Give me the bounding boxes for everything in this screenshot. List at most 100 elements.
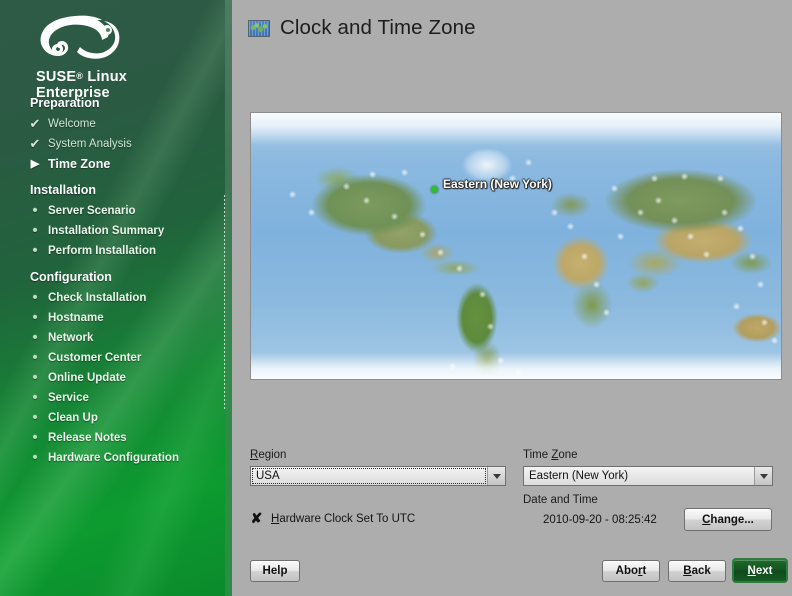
sidebar-item-check-installation[interactable]: • Check Installation bbox=[0, 288, 225, 308]
sidebar-item-label: Release Notes bbox=[48, 432, 127, 444]
sidebar-item-label: System Analysis bbox=[48, 138, 132, 150]
sidebar-item-perform-installation[interactable]: • Perform Installation bbox=[0, 241, 225, 261]
timezone-dot[interactable] bbox=[761, 319, 768, 326]
region-select-value[interactable]: USA bbox=[251, 467, 487, 485]
timezone-dot[interactable] bbox=[308, 209, 315, 216]
timezone-dot[interactable] bbox=[757, 281, 764, 288]
sidebar-item-network[interactable]: • Network bbox=[0, 328, 225, 348]
bullet-icon: • bbox=[32, 349, 38, 366]
sidebar-item-label: Perform Installation bbox=[48, 245, 156, 257]
hardware-clock-utc-row[interactable]: ✘ Hardware Clock Set To UTC bbox=[250, 511, 416, 525]
timezone-dot[interactable] bbox=[593, 281, 600, 288]
check-icon: ✔ bbox=[29, 136, 41, 151]
help-button[interactable]: Help bbox=[250, 560, 300, 582]
chevron-down-icon[interactable] bbox=[754, 467, 772, 485]
brand-suse: SUSE bbox=[36, 69, 77, 85]
bullet-icon: • bbox=[32, 242, 38, 259]
sidebar-item-online-update[interactable]: • Online Update bbox=[0, 368, 225, 388]
sidebar-item-label: Hardware Configuration bbox=[48, 452, 179, 464]
timezone-dot[interactable] bbox=[515, 369, 522, 376]
timezone-dot[interactable] bbox=[771, 337, 778, 344]
sidebar-item-label: Server Scenario bbox=[48, 205, 136, 217]
sidebar-item-label: Check Installation bbox=[48, 292, 147, 304]
timezone-dot[interactable] bbox=[737, 225, 744, 232]
timezone-dot[interactable] bbox=[651, 175, 658, 182]
next-button[interactable]: Next bbox=[732, 558, 788, 583]
timezone-dot[interactable] bbox=[655, 197, 662, 204]
sidebar-item-server-scenario[interactable]: • Server Scenario bbox=[0, 201, 225, 221]
sidebar-item-label: Service bbox=[48, 392, 89, 404]
check-icon: ✔ bbox=[29, 116, 41, 131]
sidebar: SUSE® Linux Enterprise Preparation ✔ Welco… bbox=[0, 0, 232, 596]
datetime-caption: Date and Time bbox=[523, 494, 598, 506]
timezone-dot[interactable] bbox=[617, 233, 624, 240]
sidebar-item-label: Welcome bbox=[48, 118, 96, 130]
timezone-dot[interactable] bbox=[733, 303, 740, 310]
timezone-dot[interactable] bbox=[721, 209, 728, 216]
timezone-dot[interactable] bbox=[456, 265, 463, 272]
timezone-select-value[interactable]: Eastern (New York) bbox=[524, 467, 754, 485]
timezone-label: Time Zone bbox=[523, 449, 578, 461]
sidebar-item-installation-summary[interactable]: • Installation Summary bbox=[0, 221, 225, 241]
timezone-select[interactable]: Eastern (New York) bbox=[523, 466, 773, 486]
back-button[interactable]: Back bbox=[668, 560, 726, 582]
timezone-dot[interactable] bbox=[717, 175, 724, 182]
timezone-dot[interactable] bbox=[525, 159, 532, 166]
timezone-dot[interactable] bbox=[401, 169, 408, 176]
bullet-icon: • bbox=[32, 389, 38, 406]
sidebar-edge-decoration bbox=[225, 0, 232, 596]
timezone-dot[interactable] bbox=[289, 191, 296, 198]
bullet-icon: • bbox=[32, 289, 38, 306]
sidebar-item-label: Time Zone bbox=[48, 157, 111, 171]
timezone-dot[interactable] bbox=[419, 231, 426, 238]
timezone-dot[interactable] bbox=[497, 357, 504, 364]
help-button-label: Help bbox=[262, 565, 288, 577]
bullet-icon: • bbox=[32, 309, 38, 326]
selected-timezone-marker bbox=[431, 186, 438, 193]
world-map-picker[interactable]: Eastern (New York) bbox=[250, 112, 782, 380]
timezone-dot[interactable] bbox=[681, 173, 688, 180]
region-select[interactable]: USA bbox=[250, 466, 506, 486]
bullet-icon: • bbox=[32, 369, 38, 386]
timezone-dot[interactable] bbox=[603, 309, 610, 316]
sidebar-item-label: Customer Center bbox=[48, 352, 142, 364]
selected-timezone-label: Eastern (New York) bbox=[443, 177, 552, 191]
timezone-dot[interactable] bbox=[369, 171, 376, 178]
timezone-dot[interactable] bbox=[343, 183, 350, 190]
hardware-clock-utc-checkbox[interactable]: ✘ bbox=[250, 511, 263, 525]
timezone-dot[interactable] bbox=[567, 223, 574, 230]
timezone-dot[interactable] bbox=[487, 323, 494, 330]
sidebar-item-clean-up[interactable]: • Clean Up bbox=[0, 408, 225, 428]
change-datetime-button[interactable]: Change... bbox=[684, 508, 772, 531]
timezone-dot[interactable] bbox=[749, 253, 756, 260]
timezone-dot[interactable] bbox=[581, 253, 588, 260]
timezone-dot[interactable] bbox=[551, 209, 558, 216]
bullet-icon: • bbox=[32, 409, 38, 426]
timezone-dot[interactable] bbox=[363, 197, 370, 204]
sidebar-item-hostname[interactable]: • Hostname bbox=[0, 308, 225, 328]
chevron-down-icon[interactable] bbox=[487, 467, 505, 485]
suse-chameleon-logo bbox=[40, 15, 120, 59]
world-map-image[interactable] bbox=[251, 113, 781, 379]
sidebar-item-customer-center[interactable]: • Customer Center bbox=[0, 348, 225, 368]
timezone-dot[interactable] bbox=[391, 213, 398, 220]
sidebar-item-hardware-configuration[interactable]: • Hardware Configuration bbox=[0, 448, 225, 468]
timezone-dot[interactable] bbox=[437, 249, 444, 256]
sidebar-item-label: Installation Summary bbox=[48, 225, 165, 237]
sidebar-item-service[interactable]: • Service bbox=[0, 388, 225, 408]
timezone-dot[interactable] bbox=[637, 209, 644, 216]
sidebar-item-welcome[interactable]: ✔ Welcome bbox=[0, 114, 225, 134]
sidebar-item-label: Hostname bbox=[48, 312, 104, 324]
abort-button[interactable]: Abort bbox=[602, 560, 660, 582]
timezone-dot[interactable] bbox=[479, 291, 486, 298]
sidebar-item-time-zone[interactable]: ▶ Time Zone bbox=[0, 154, 225, 174]
hardware-clock-utc-label[interactable]: Hardware Clock Set To UTC bbox=[271, 513, 415, 525]
sidebar-item-system-analysis[interactable]: ✔ System Analysis bbox=[0, 134, 225, 154]
timezone-label-rest: one bbox=[558, 449, 578, 461]
sidebar-item-release-notes[interactable]: • Release Notes bbox=[0, 428, 225, 448]
timezone-dot[interactable] bbox=[611, 185, 618, 192]
timezone-dot[interactable] bbox=[671, 217, 678, 224]
timezone-dot[interactable] bbox=[687, 233, 694, 240]
timezone-dot[interactable] bbox=[703, 251, 710, 258]
timezone-dot[interactable] bbox=[449, 363, 456, 370]
